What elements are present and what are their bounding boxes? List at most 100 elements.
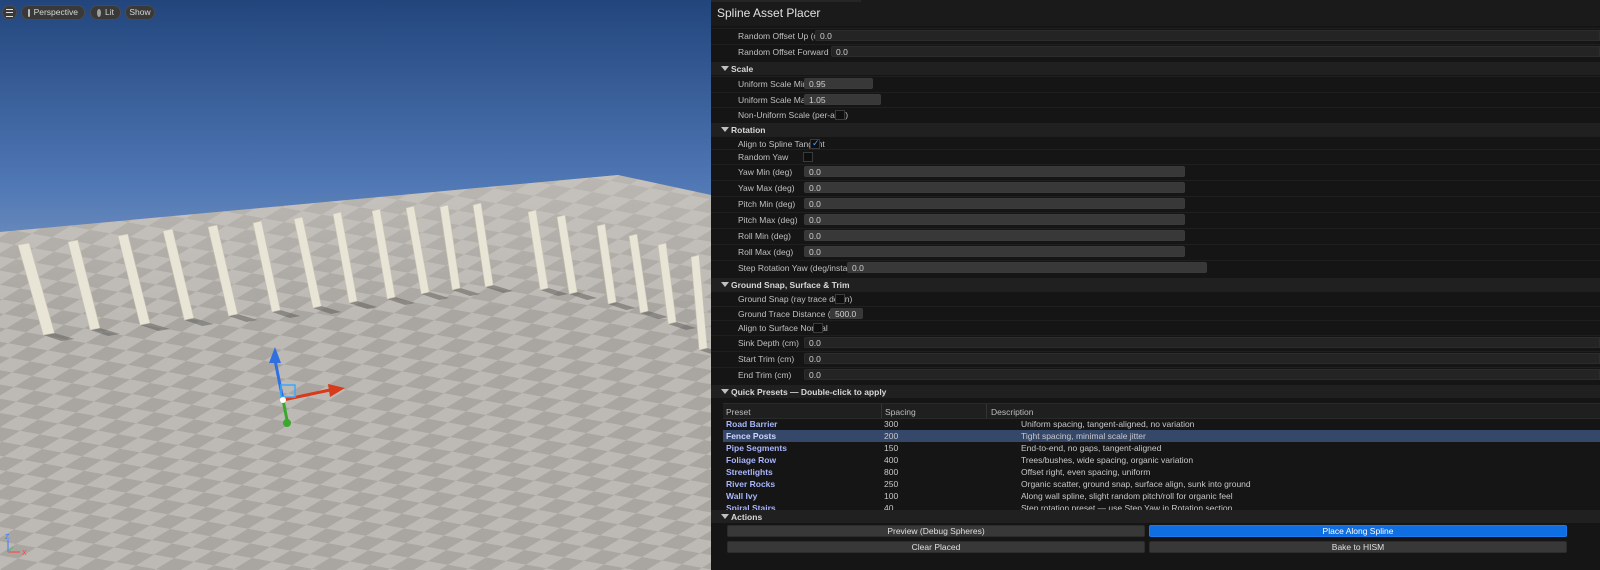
uniform-scale-min-row: Uniform Scale Min 0.95 <box>711 76 1600 92</box>
preset-description: Trees/bushes, wide spacing, organic vari… <box>1021 455 1194 465</box>
actions-section-header[interactable]: Actions <box>711 510 1600 523</box>
align-surface-normal-checkbox[interactable] <box>813 323 823 333</box>
ground-snap-section-title: Ground Snap, Surface & Trim <box>731 280 850 290</box>
start-trim-label: Start Trim (cm) <box>738 354 795 364</box>
preset-name: Fence Posts <box>726 431 777 441</box>
random-yaw-row: Random Yaw <box>711 149 1600 165</box>
uniform-scale-min-label: Uniform Scale Min <box>738 79 808 89</box>
rotation-section-title: Rotation <box>731 125 766 135</box>
preset-row[interactable]: Pipe Segments 150 End-to-end, no gaps, tan… <box>723 442 1600 454</box>
collapse-arrow-icon <box>721 389 729 394</box>
viewport-scene[interactable]: Z X <box>0 0 711 570</box>
quick-presets-section-title: Quick Presets — Double-click to apply <box>731 387 887 397</box>
preset-spacing: 150 <box>884 443 899 453</box>
preset-description: Uniform spacing, tangent-aligned, no var… <box>1021 419 1195 429</box>
sink-depth-label: Sink Depth (cm) <box>738 338 799 348</box>
end-trim-input[interactable]: 0.0 <box>804 369 1600 380</box>
roll-min-label: Roll Min (deg) <box>738 231 791 241</box>
bake-to-hism-button[interactable]: Bake to HISM <box>1149 541 1567 553</box>
preset-row[interactable]: Wall Ivy 100 Along wall spline, slight ran… <box>723 490 1600 502</box>
step-rotation-yaw-row: Step Rotation Yaw (deg/instance) 0.0 <box>711 260 1600 276</box>
lit-button[interactable]: Lit <box>90 5 121 20</box>
place-along-spline-button[interactable]: Place Along Spline <box>1149 525 1567 537</box>
preset-row[interactable]: River Rocks 250 Organic scatter, ground sn… <box>723 478 1600 490</box>
pitch-min-label: Pitch Min (deg) <box>738 199 796 209</box>
preset-spacing: 200 <box>884 431 899 441</box>
lit-label: Lit <box>105 7 114 17</box>
preset-spacing: 300 <box>884 419 899 429</box>
perspective-label: Perspective <box>33 7 78 17</box>
random-offset-forward-row: Random Offset Forward (cm) 0.0 <box>711 44 1600 60</box>
random-offset-up-input[interactable]: 0.0 <box>815 30 1600 41</box>
random-yaw-label: Random Yaw <box>738 152 789 162</box>
show-label: Show <box>129 7 151 17</box>
roll-min-row: Roll Min (deg) 0.0 <box>711 228 1600 244</box>
preset-description: Organic scatter, ground snap, surface al… <box>1021 479 1251 489</box>
roll-max-label: Roll Max (deg) <box>738 247 794 257</box>
preset-name: River Rocks <box>726 479 776 489</box>
column-header-description[interactable]: Description <box>991 407 1034 417</box>
axis-z-label: Z <box>5 534 10 541</box>
quick-presets-section-header[interactable]: Quick Presets — Double-click to apply <box>711 385 1600 398</box>
viewport-menu-button[interactable] <box>2 5 17 20</box>
align-surface-normal-row: Align to Surface Normal <box>711 320 1600 336</box>
camera-cube-icon <box>28 8 30 17</box>
column-header-spacing[interactable]: Spacing <box>885 407 916 417</box>
column-header-preset[interactable]: Preset <box>726 407 751 417</box>
perspective-button[interactable]: Perspective <box>21 5 85 20</box>
end-trim-label: End Trim (cm) <box>738 370 792 380</box>
preset-name: Foliage Row <box>726 455 777 465</box>
roll-max-input[interactable]: 0.0 <box>804 246 1185 257</box>
collapse-arrow-icon <box>721 282 729 287</box>
align-spline-tangent-checkbox[interactable] <box>810 138 820 149</box>
panel-title: Spline Asset Placer <box>717 6 821 20</box>
uniform-scale-min-input[interactable]: 0.95 <box>804 78 873 89</box>
preset-row[interactable]: Road Barrier 300 Uniform spacing, tangent-… <box>723 418 1600 430</box>
preset-row[interactable]: Foliage Row 400 Trees/bushes, wide spacing… <box>723 454 1600 466</box>
show-button[interactable]: Show <box>125 5 155 20</box>
axis-x-label: X <box>22 550 27 557</box>
uniform-scale-max-row: Uniform Scale Max 1.05 <box>711 92 1600 108</box>
step-rotation-yaw-label: Step Rotation Yaw (deg/instance) <box>738 263 864 273</box>
preset-name: Streetlights <box>726 467 773 477</box>
random-yaw-checkbox[interactable] <box>803 152 813 162</box>
preset-description: Along wall spline, slight random pitch/r… <box>1021 491 1233 501</box>
uniform-scale-max-input[interactable]: 1.05 <box>804 94 881 105</box>
non-uniform-scale-checkbox[interactable] <box>835 110 845 120</box>
collapse-arrow-icon <box>721 66 729 71</box>
lit-sphere-icon <box>97 8 102 17</box>
ground-trace-distance-label: Ground Trace Distance (cm) <box>738 309 845 319</box>
preset-spacing: 250 <box>884 479 899 489</box>
spline-asset-placer-panel: Spline Asset Placer Random Offset Up (cm… <box>711 0 1600 570</box>
roll-min-input[interactable]: 0.0 <box>804 230 1185 241</box>
preset-row[interactable]: Fence Posts 200 Tight spacing, minimal sca… <box>723 430 1600 442</box>
preset-spacing: 100 <box>884 491 899 501</box>
hamburger-icon <box>6 8 13 17</box>
level-viewport[interactable]: Z X Perspective Lit Show <box>0 0 711 570</box>
random-offset-forward-input[interactable]: 0.0 <box>831 46 1600 57</box>
yaw-min-input[interactable]: 0.0 <box>804 166 1185 177</box>
preset-name: Pipe Segments <box>726 443 787 453</box>
roll-max-row: Roll Max (deg) 0.0 <box>711 244 1600 260</box>
scale-section-title: Scale <box>731 64 754 74</box>
collapse-arrow-icon <box>721 127 729 132</box>
preset-description: Offset right, even spacing, uniform <box>1021 467 1151 477</box>
pitch-min-input[interactable]: 0.0 <box>804 198 1185 209</box>
sink-depth-input[interactable]: 0.0 <box>804 337 1600 348</box>
rotation-section-header[interactable]: Rotation <box>711 123 1600 136</box>
step-rotation-yaw-input[interactable]: 0.0 <box>847 262 1207 273</box>
preset-name: Road Barrier <box>726 419 778 429</box>
preset-spacing: 800 <box>884 467 899 477</box>
start-trim-input[interactable]: 0.0 <box>804 353 1600 364</box>
scale-section-header[interactable]: Scale <box>711 62 1600 75</box>
preset-row[interactable]: Streetlights 800 Offset right, even spacin… <box>723 466 1600 478</box>
ground-snap-checkbox[interactable] <box>835 294 845 304</box>
ground-snap-section-header[interactable]: Ground Snap, Surface & Trim <box>711 278 1600 291</box>
yaw-max-row: Yaw Max (deg) 0.0 <box>711 180 1600 196</box>
ground-trace-distance-input[interactable]: 500.0 <box>830 308 863 319</box>
yaw-max-input[interactable]: 0.0 <box>804 182 1185 193</box>
uniform-scale-max-label: Uniform Scale Max <box>738 95 810 105</box>
clear-placed-button[interactable]: Clear Placed <box>727 541 1145 553</box>
pitch-max-input[interactable]: 0.0 <box>804 214 1185 225</box>
preview-debug-spheres-button[interactable]: Preview (Debug Spheres) <box>727 525 1145 537</box>
